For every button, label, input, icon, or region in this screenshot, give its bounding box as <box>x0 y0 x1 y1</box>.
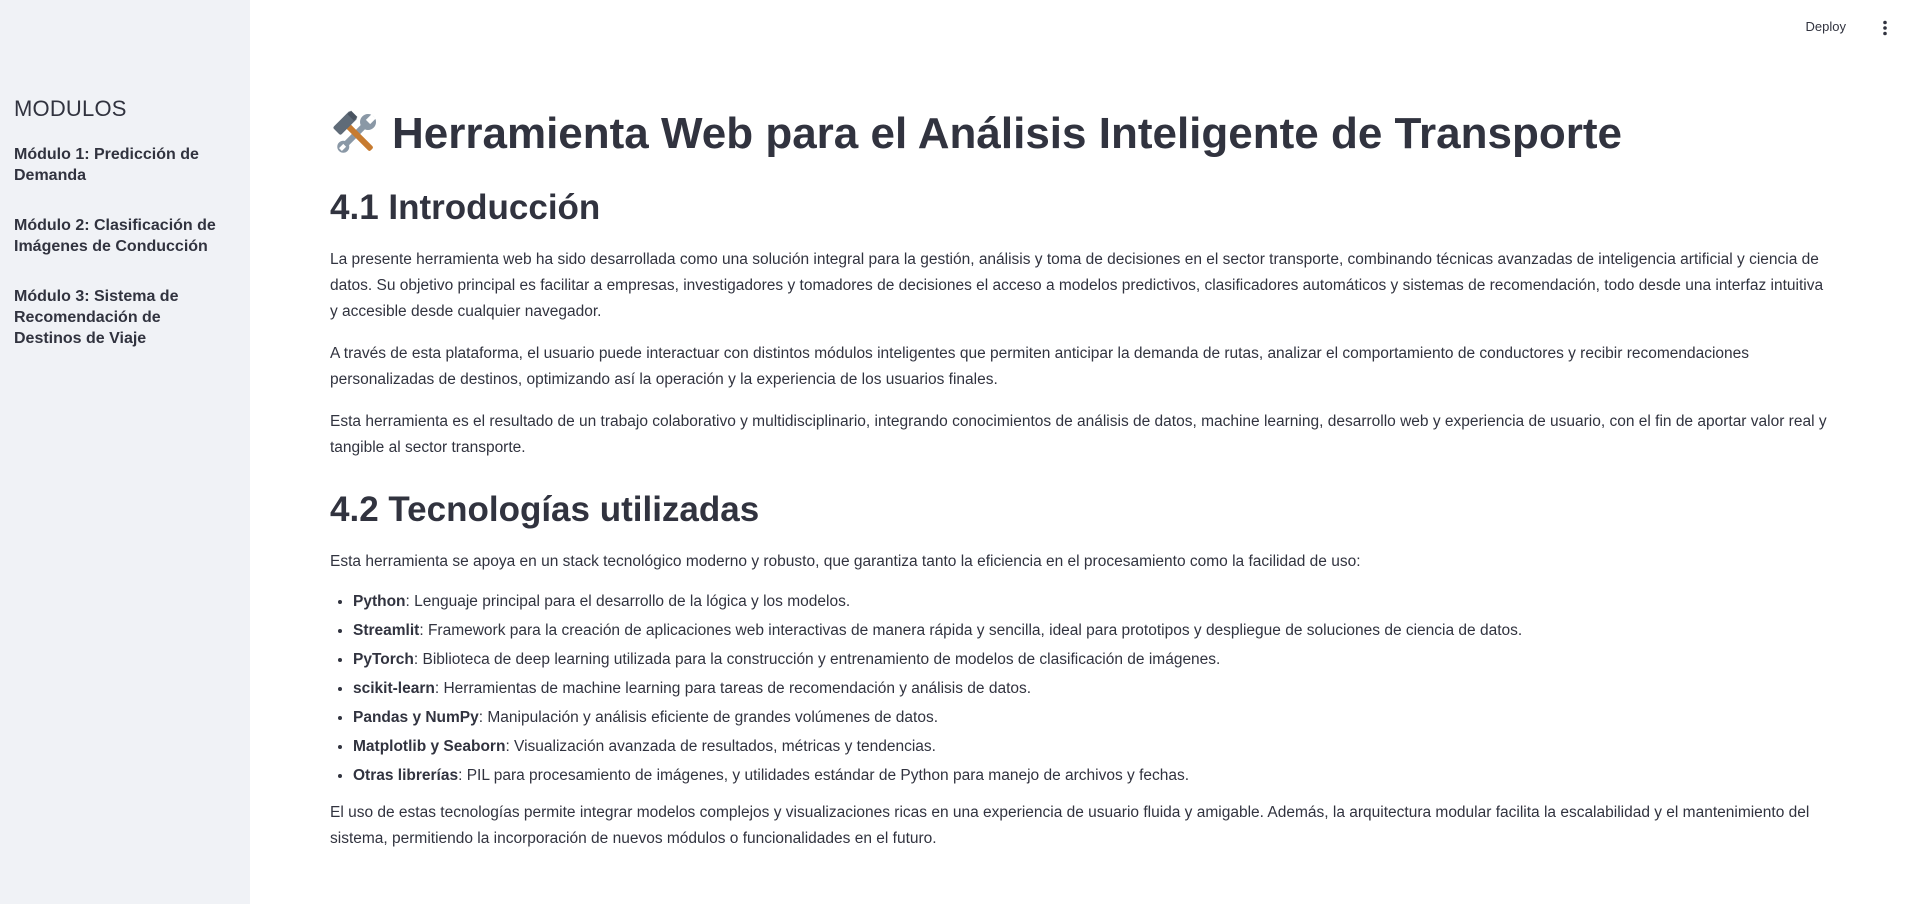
tech-list: Python: Lenguaje principal para el desar… <box>330 591 1830 786</box>
tecnologias-outro: El uso de estas tecnologías permite inte… <box>330 803 1810 847</box>
list-item-term: Pandas y NumPy <box>353 708 479 726</box>
header-bar: Deploy <box>250 0 1914 58</box>
page-title: Herramienta Web para el Análisis Intelig… <box>330 108 1830 161</box>
list-item: Pandas y NumPy: Manipulación y análisis … <box>353 707 1830 728</box>
sidebar-heading: MODULOS <box>14 96 127 121</box>
list-item-desc: : Visualización avanzada de resultados, … <box>505 737 936 755</box>
list-item-desc: : PIL para procesamiento de imágenes, y … <box>458 766 1190 784</box>
list-item-term: Python <box>353 592 406 610</box>
list-item-desc: : Biblioteca de deep learning utilizada … <box>413 650 1221 668</box>
sidebar-item-modulo-1[interactable]: Módulo 1: Predicción de Demanda <box>14 144 232 186</box>
intro-paragraph-2: A través de esta plataforma, el usuario … <box>330 344 1750 388</box>
section-heading-tecnologias: 4.2 Tecnologías utilizadas <box>330 489 760 529</box>
list-item-desc: : Lenguaje principal para el desarrollo … <box>405 592 851 610</box>
list-item-term: scikit-learn <box>353 679 435 697</box>
deploy-button[interactable]: Deploy <box>1806 19 1846 34</box>
sidebar-item-modulo-3[interactable]: Módulo 3: Sistema de Recomendación de De… <box>14 286 232 349</box>
list-item: PyTorch: Biblioteca de deep learning uti… <box>353 649 1830 670</box>
list-item: Matplotlib y Seaborn: Visualización avan… <box>353 736 1830 757</box>
list-item: Otras librerías: PIL para procesamiento … <box>353 765 1830 786</box>
vertical-ellipsis-icon[interactable] <box>1882 20 1888 36</box>
list-item: Streamlit: Framework para la creación de… <box>353 620 1830 641</box>
page-title-text: Herramienta Web para el Análisis Intelig… <box>392 109 1622 158</box>
list-item-desc: : Framework para la creación de aplicaci… <box>419 621 1523 639</box>
main-content: Herramienta Web para el Análisis Intelig… <box>330 108 1830 868</box>
intro-paragraph-1: La presente herramienta web ha sido desa… <box>330 250 1824 320</box>
list-item-term: Matplotlib y Seaborn <box>353 737 506 755</box>
list-item-desc: : Manipulación y análisis eficiente de g… <box>478 708 939 726</box>
sidebar: MODULOS Módulo 1: Predicción de Demanda … <box>0 0 250 904</box>
sidebar-item-modulo-2[interactable]: Módulo 2: Clasificación de Imágenes de C… <box>14 215 232 257</box>
list-item: Python: Lenguaje principal para el desar… <box>353 591 1830 612</box>
list-item-term: Otras librerías <box>353 766 459 784</box>
intro-paragraph-3: Esta herramienta es el resultado de un t… <box>330 412 1827 456</box>
section-heading-intro: 4.1 Introducción <box>330 187 601 227</box>
list-item-term: PyTorch <box>353 650 414 668</box>
list-item-desc: : Herramientas de machine learning para … <box>434 679 1032 697</box>
app-root: MODULOS Módulo 1: Predicción de Demanda … <box>0 0 1914 904</box>
list-item-term: Streamlit <box>353 621 420 639</box>
tecnologias-intro: Esta herramienta se apoya en un stack te… <box>330 552 1361 570</box>
hammer-and-wrench-icon <box>330 108 382 160</box>
list-item: scikit-learn: Herramientas de machine le… <box>353 678 1830 699</box>
